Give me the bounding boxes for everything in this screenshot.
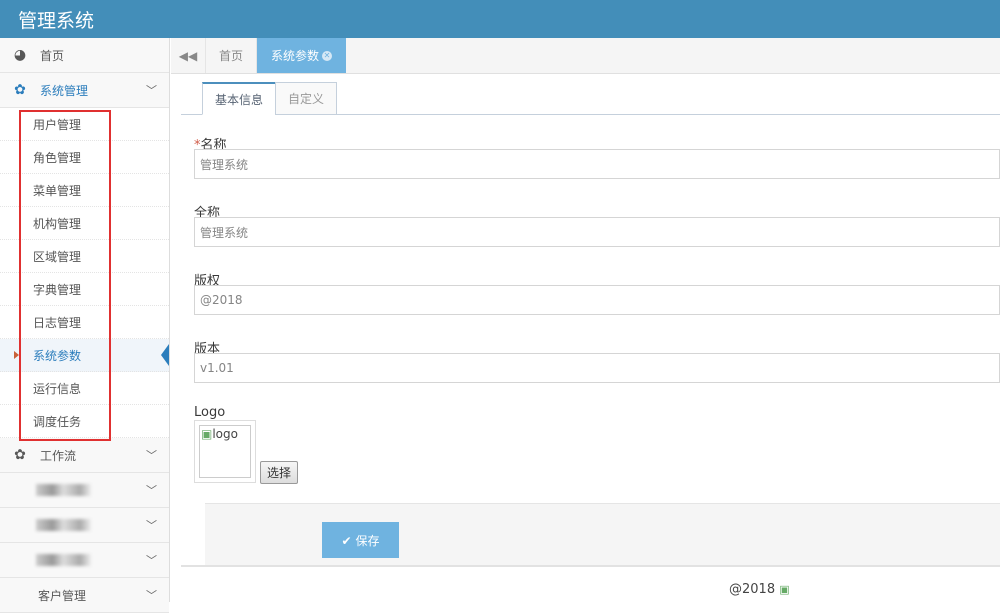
form-actions: ✔ 保存 bbox=[205, 503, 1000, 565]
footer-text: @2018 bbox=[729, 582, 776, 597]
blurred-label bbox=[36, 554, 91, 566]
logo-field: Logo bbox=[194, 405, 1000, 420]
sidebar-item-workflow[interactable]: ✿ 工作流 ﹀ bbox=[0, 438, 169, 473]
sidebar: ◕ 首页 ✿ 系统管理 ﹀ 用户管理 角色管理 菜单管理 机构管理 区域管理 字典管理… bbox=[0, 38, 170, 613]
copyright-field: 版权 bbox=[194, 270, 1000, 315]
submenu-label: 用户管理 bbox=[33, 117, 82, 132]
sidebar-item-label: 首页 bbox=[40, 48, 65, 63]
tab-system-params[interactable]: 系统参数 ✕ bbox=[256, 38, 347, 73]
dashboard-icon: ◕ bbox=[13, 47, 27, 63]
tab-label: 系统参数 bbox=[271, 49, 320, 63]
sidebar-item-blurred[interactable]: ﹀ bbox=[0, 473, 169, 508]
name-field: *名称 bbox=[194, 134, 1000, 179]
app-header: 管理系统 bbox=[0, 0, 1000, 38]
logo-alt-text: logo bbox=[212, 427, 238, 441]
sidebar-item-label: 工作流 bbox=[40, 448, 77, 463]
copyright-label: 版权 bbox=[194, 274, 221, 289]
save-button[interactable]: ✔ 保存 bbox=[322, 522, 399, 558]
submenu-label: 日志管理 bbox=[33, 315, 82, 330]
submenu-orgs[interactable]: 机构管理 bbox=[0, 207, 169, 240]
version-label: 版本 bbox=[194, 342, 221, 357]
tab-label: 自定义 bbox=[288, 92, 325, 106]
close-icon[interactable]: ✕ bbox=[322, 50, 333, 61]
footer-divider bbox=[181, 565, 1000, 567]
app-title: 管理系统 bbox=[18, 10, 95, 32]
submenu-label: 系统参数 bbox=[33, 348, 82, 363]
tab-bar: ◀◀ 首页 系统参数 ✕ bbox=[171, 38, 1000, 74]
chevron-down-icon: ﹀ bbox=[146, 449, 157, 462]
submenu-params[interactable]: 系统参数 bbox=[0, 339, 169, 372]
sidebar-item-label: 客户管理 bbox=[38, 588, 87, 603]
submenu-label: 机构管理 bbox=[33, 216, 82, 231]
sidebar-item-home[interactable]: ◕ 首页 bbox=[0, 38, 169, 73]
broken-image-icon: ▣ bbox=[779, 583, 790, 596]
submenu-label: 运行信息 bbox=[33, 381, 82, 396]
footer: @2018 ▣ bbox=[729, 582, 790, 597]
submenu-label: 角色管理 bbox=[33, 150, 82, 165]
submenu-label: 调度任务 bbox=[33, 414, 82, 429]
choose-logo-button[interactable]: 选择 bbox=[260, 461, 298, 484]
name-label: *名称 bbox=[194, 138, 227, 153]
submenu-label: 字典管理 bbox=[33, 282, 82, 297]
sidebar-item-system[interactable]: ✿ 系统管理 ﹀ bbox=[0, 73, 169, 108]
sidebar-item-blurred[interactable]: ﹀ bbox=[0, 508, 169, 543]
tab-home[interactable]: 首页 bbox=[205, 38, 256, 73]
chevron-down-icon: ﹀ bbox=[146, 589, 157, 602]
tab-custom[interactable]: 自定义 bbox=[275, 82, 338, 115]
tab-label: 基本信息 bbox=[215, 92, 264, 107]
chevron-down-icon: ﹀ bbox=[146, 484, 157, 497]
chevron-up-icon: ﹀ bbox=[146, 84, 157, 97]
submenu-logs[interactable]: 日志管理 bbox=[0, 306, 169, 339]
fullname-field: 全称 bbox=[194, 202, 1000, 247]
gear-icon: ✿ bbox=[14, 82, 26, 98]
chevron-down-icon: ﹀ bbox=[146, 519, 157, 532]
inner-tabs: 基本信息 自定义 bbox=[181, 82, 1000, 115]
logo-label: Logo bbox=[194, 405, 226, 420]
sidebar-item-label: 系统管理 bbox=[40, 83, 89, 98]
sidebar-item-customer[interactable]: 客户管理 ﹀ bbox=[0, 578, 169, 613]
submenu-label: 菜单管理 bbox=[33, 183, 82, 198]
submenu-menus[interactable]: 菜单管理 bbox=[0, 174, 169, 207]
submenu-areas[interactable]: 区域管理 bbox=[0, 240, 169, 273]
sidebar-item-blurred[interactable]: ﹀ bbox=[0, 543, 169, 578]
gear-icon: ✿ bbox=[14, 447, 26, 463]
chevron-down-icon: ﹀ bbox=[146, 554, 157, 567]
blurred-label bbox=[36, 519, 91, 531]
version-input[interactable] bbox=[194, 353, 1000, 383]
submenu-runtime[interactable]: 运行信息 bbox=[0, 372, 169, 405]
check-icon: ✔ bbox=[341, 533, 352, 548]
submenu-jobs[interactable]: 调度任务 bbox=[0, 405, 169, 438]
tab-label: 首页 bbox=[219, 49, 244, 63]
submenu-dicts[interactable]: 字典管理 bbox=[0, 273, 169, 306]
name-input[interactable] bbox=[194, 149, 1000, 179]
fullname-input[interactable] bbox=[194, 217, 1000, 247]
submenu-users[interactable]: 用户管理 bbox=[0, 108, 169, 141]
broken-image-icon: ▣ bbox=[201, 427, 213, 441]
tab-basic-info[interactable]: 基本信息 bbox=[202, 82, 277, 115]
save-label: 保存 bbox=[355, 533, 380, 548]
submenu-roles[interactable]: 角色管理 bbox=[0, 141, 169, 174]
fullname-label: 全称 bbox=[194, 206, 221, 221]
logo-image: ▣logo bbox=[194, 420, 256, 483]
version-field: 版本 bbox=[194, 338, 1000, 383]
copyright-input[interactable] bbox=[194, 285, 1000, 315]
submenu-label: 区域管理 bbox=[33, 249, 82, 264]
scroll-left-icon[interactable]: ◀◀ bbox=[171, 38, 205, 73]
blurred-label bbox=[36, 484, 91, 496]
